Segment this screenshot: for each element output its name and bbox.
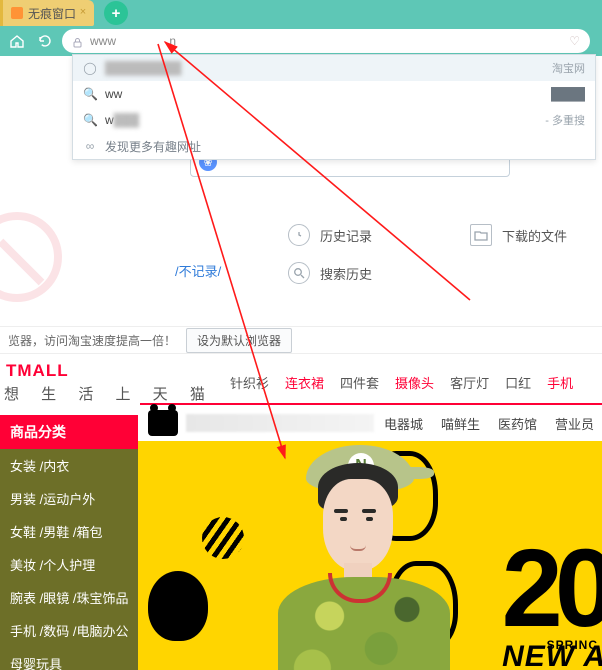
tab-title: 无痕窗口 <box>28 5 76 22</box>
tab-incognito[interactable]: 无痕窗口 × <box>0 0 94 26</box>
sidebar-item[interactable]: 男装 /运动户外 <box>0 482 138 515</box>
hero-banner[interactable]: N 20 SPRINC NEW A <box>138 441 602 670</box>
hero-big-number: 20 <box>502 525 602 652</box>
clock-icon <box>288 224 310 246</box>
sidebar-header: 商品分类 <box>0 415 138 449</box>
reload-icon[interactable] <box>34 30 56 52</box>
home-icon[interactable] <box>6 30 28 52</box>
share-icon: ∞ <box>83 139 97 153</box>
topcat-link[interactable]: 手机 <box>547 373 573 392</box>
topcat-link[interactable]: 客厅灯 <box>450 373 489 392</box>
search-history-link[interactable]: 搜索历史 <box>288 262 372 284</box>
subnav-link[interactable]: 电器城 <box>384 414 423 433</box>
hero-person: N <box>268 441 468 670</box>
tmall-logo: TMALL <box>6 361 69 381</box>
suggestion-row[interactable]: 🔍 ww ████ <box>73 81 595 107</box>
default-browser-text: 览器，访问淘宝速度提高一倍！ <box>8 332 176 349</box>
sidebar-categories: 商品分类 女装 /内衣 男装 /运动户外 女鞋 /男鞋 /箱包 美妆 /个人护理… <box>0 415 138 670</box>
topcat-link[interactable]: 连衣裙 <box>285 373 324 392</box>
address-row: ♡ <box>0 26 602 56</box>
sub-nav: 电器城 喵鲜生 医药馆 营业员 <box>140 403 602 441</box>
folder-icon <box>470 224 492 246</box>
sidebar-item[interactable]: 腕表 /眼镜 /珠宝饰品 <box>0 581 138 614</box>
mascot-silhouette <box>148 571 208 641</box>
topcat-link[interactable]: 四件套 <box>340 373 379 392</box>
tab-favicon <box>11 7 23 19</box>
sidebar-item[interactable]: 母婴玩具 <box>0 647 138 670</box>
search-icon: 🔍 <box>83 87 97 101</box>
address-input[interactable] <box>90 34 569 48</box>
address-suggestions: ◯ █████████ 淘宝网 🔍 ww ████ 🔍 w███ - 多重搜 ∞… <box>72 54 596 160</box>
address-bar[interactable]: ♡ <box>62 29 590 53</box>
tmall-page: TMALL 想 生 活 上 天 猫 针织衫 连衣裙 四件套 摄像头 客厅灯 口红… <box>0 355 602 670</box>
downloads-link[interactable]: 下载的文件 <box>470 224 567 246</box>
subnav-link[interactable]: 喵鲜生 <box>441 414 480 433</box>
stripe-ball-graphic <box>202 517 244 559</box>
suggestion-row[interactable]: ◯ █████████ 淘宝网 <box>73 55 595 81</box>
subnav-link[interactable]: 医药馆 <box>498 414 537 433</box>
lock-icon <box>72 35 84 47</box>
new-tab-button[interactable]: + <box>104 1 128 25</box>
sidebar-item[interactable]: 手机 /数码 /电脑办公 <box>0 614 138 647</box>
user-icon: ◯ <box>83 61 97 75</box>
default-browser-prompt: 览器，访问淘宝速度提高一倍！ 设为默认浏览器 <box>0 326 602 354</box>
topcat-link[interactable]: 摄像头 <box>395 373 434 392</box>
suggestion-sitename: 淘宝网 <box>552 60 585 76</box>
set-default-browser-button[interactable]: 设为默认浏览器 <box>186 328 292 353</box>
search-icon <box>288 262 310 284</box>
topcat-link[interactable]: 针织衫 <box>230 373 269 392</box>
subnav-blurred <box>186 414 374 432</box>
subnav-link[interactable]: 营业员 <box>555 414 594 433</box>
sidebar-item[interactable]: 女鞋 /男鞋 /箱包 <box>0 515 138 548</box>
suggestion-more[interactable]: ∞ 发现更多有趣网址 <box>73 133 595 159</box>
tmall-slogan: 想 生 活 上 天 猫 <box>4 383 214 404</box>
sidebar-item[interactable]: 美妆 /个人护理 <box>0 548 138 581</box>
search-icon: 🔍 <box>83 113 97 127</box>
no-entry-watermark <box>0 212 62 302</box>
tab-strip: 无痕窗口 × + <box>0 0 602 26</box>
tmall-cat-icon[interactable] <box>148 410 178 436</box>
top-category-links: 针织衫 连衣裙 四件套 摄像头 客厅灯 口红 手机 <box>230 373 573 392</box>
topcat-link[interactable]: 口红 <box>505 373 531 392</box>
no-record-label: /不记录/ <box>175 261 221 280</box>
history-link[interactable]: 历史记录 <box>288 224 372 246</box>
tab-close-icon[interactable]: × <box>76 5 90 19</box>
hero-new-label: NEW A <box>502 640 602 670</box>
favorite-icon[interactable]: ♡ <box>569 34 580 48</box>
suggestion-row[interactable]: 🔍 w███ - 多重搜 <box>73 107 595 133</box>
sidebar-item[interactable]: 女装 /内衣 <box>0 449 138 482</box>
